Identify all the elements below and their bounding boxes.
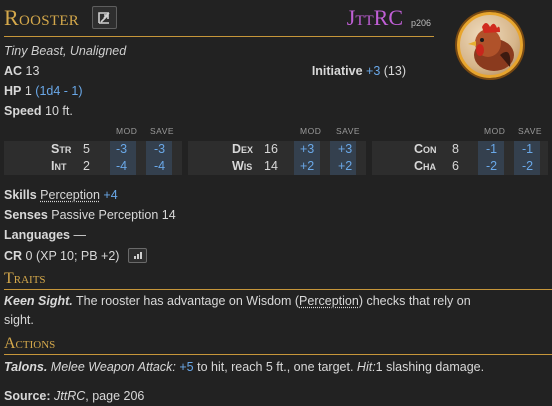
save-header: SAVE (336, 126, 361, 136)
action-hit-label: Hit: (356, 360, 376, 374)
skill-perception-roll[interactable]: +4 (103, 188, 117, 202)
challenge-rating-line: CR 0 (XP 10; PB +2) (4, 248, 147, 263)
armor-class-line: AC 13 (4, 64, 39, 78)
ability-mod-con[interactable]: -1 (486, 142, 497, 156)
ability-score-cha: 6 (452, 159, 459, 173)
senses-label: Senses (4, 208, 48, 222)
ability-block-dex-wis: Dex 16 +3 +3 Wis 14 +2 +2 (188, 141, 366, 175)
senses-value: Passive Perception 14 (51, 208, 176, 222)
action-talons: Talons. Melee Weapon Attack: +5 to hit, … (4, 360, 484, 374)
ability-name-str: Str (51, 142, 72, 156)
cr-label: CR (4, 249, 23, 263)
source-book-link[interactable]: JttRC (54, 389, 85, 403)
ability-name-cha: Cha (414, 159, 437, 173)
initiative-line: Initiative +3 (13) (312, 64, 406, 78)
creature-token-image[interactable] (457, 12, 523, 78)
skills-line: Skills Perception +4 (4, 188, 118, 202)
source-abbreviation-link[interactable]: JttRC (347, 5, 403, 31)
ability-name-wis: Wis (232, 159, 253, 173)
action-talons-desc: to hit, reach 5 ft., one target. (197, 360, 354, 374)
speed-line: Speed 10 ft. (4, 104, 73, 118)
speed-label: Speed (4, 104, 42, 118)
action-damage-text: 1 slashing damage. (375, 360, 485, 374)
hp-value: 1 (24, 84, 32, 98)
ability-save-str[interactable]: -3 (154, 142, 165, 156)
ability-block-con-cha: Con 8 -1 -1 Cha 6 -2 -2 (372, 141, 548, 175)
save-header: SAVE (518, 126, 543, 136)
languages-value: — (73, 228, 86, 242)
trait-keen-sight-name: Keen Sight. (4, 294, 73, 308)
creature-name: Rooster (4, 5, 80, 30)
mod-header: MOD (300, 126, 322, 136)
speed-value: 10 ft. (45, 104, 73, 118)
ability-score-dex: 16 (264, 142, 278, 156)
ability-mod-str[interactable]: -3 (116, 142, 127, 156)
ability-name-con: Con (414, 142, 437, 156)
mod-header: MOD (116, 126, 138, 136)
ac-value: 13 (25, 64, 40, 78)
skill-perception-link[interactable]: Perception (40, 188, 100, 202)
cr-value: 0 (XP 10; PB +2) (25, 249, 120, 263)
source-label: Source: (4, 389, 51, 403)
languages-line: Languages — (4, 228, 86, 242)
ability-name-int: Int (51, 159, 67, 173)
actions-section-title: Actions (4, 335, 552, 355)
trait-keen-sight-continued: sight. (4, 313, 34, 327)
save-header: SAVE (150, 126, 175, 136)
ability-save-int[interactable]: -4 (154, 159, 165, 173)
ability-score-con: 8 (452, 142, 459, 156)
statblock-header: Rooster JttRC p206 (4, 3, 434, 37)
languages-label: Languages (4, 228, 70, 242)
attack-bonus-roll[interactable]: +5 (179, 360, 193, 374)
ability-score-wis: 14 (264, 159, 278, 173)
ability-save-con[interactable]: -1 (522, 142, 533, 156)
ability-save-wis[interactable]: +2 (338, 159, 352, 173)
mod-header: MOD (484, 126, 506, 136)
skills-label: Skills (4, 188, 37, 202)
source-line: Source: JttRC, page 206 (4, 389, 144, 403)
ability-score-int: 2 (83, 159, 90, 173)
ability-name-dex: Dex (232, 142, 254, 156)
ability-mod-dex[interactable]: +3 (300, 142, 314, 156)
action-talons-name: Talons. (4, 360, 48, 374)
ability-mod-wis[interactable]: +2 (300, 159, 314, 173)
trait-keen-sight-text-end: ) checks that rely on (358, 294, 471, 308)
ability-save-dex[interactable]: +3 (338, 142, 352, 156)
ac-label: AC (4, 64, 23, 78)
source-page-text: , page 206 (85, 389, 145, 403)
creature-type-line: Tiny Beast, Unaligned (4, 44, 127, 58)
ability-block-str-int: Str 5 -3 -3 Int 2 -4 -4 (4, 141, 182, 175)
share-button[interactable] (92, 6, 117, 29)
traits-section-title: Traits (4, 270, 552, 290)
ability-mod-int[interactable]: -4 (116, 159, 127, 173)
hp-label: HP (4, 84, 22, 98)
senses-line: Senses Passive Perception 14 (4, 208, 176, 222)
cr-scaler-button[interactable] (127, 248, 147, 263)
initiative-roll[interactable]: +3 (366, 64, 380, 78)
share-icon (98, 12, 110, 24)
perception-link[interactable]: Perception (299, 294, 359, 308)
ability-save-cha[interactable]: -2 (522, 159, 533, 173)
ability-score-str: 5 (83, 142, 90, 156)
hp-formula-roll[interactable]: (1d4 - 1) (35, 84, 82, 98)
source-page-number: p206 (410, 18, 431, 28)
initiative-score: (13) (383, 64, 406, 78)
initiative-label: Initiative (311, 64, 363, 78)
hit-points-line: HP 1 (1d4 - 1) (4, 84, 83, 98)
action-attack-type: Melee Weapon Attack: (50, 360, 176, 374)
trait-keen-sight: Keen Sight. The rooster has advantage on… (4, 294, 471, 308)
ability-mod-cha[interactable]: -2 (486, 159, 497, 173)
trait-keen-sight-text: The rooster has advantage on Wisdom ( (76, 294, 300, 308)
